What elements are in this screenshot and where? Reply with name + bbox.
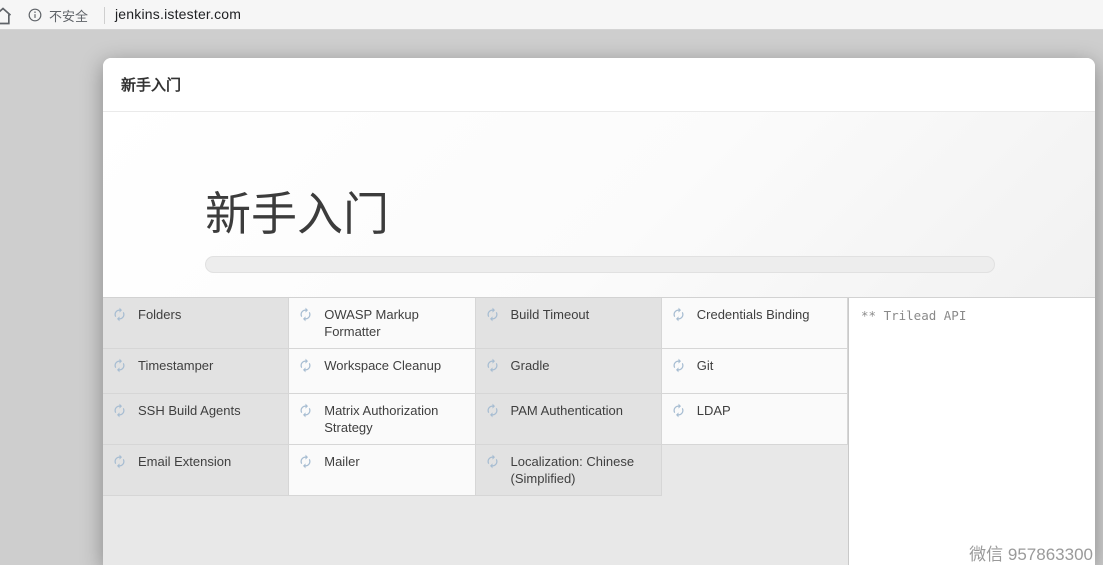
install-body: Folders OWASP Markup Formatter Build Tim… <box>103 297 1095 565</box>
url-text[interactable]: jenkins.istester.com <box>115 6 241 22</box>
plugin-label: Localization: Chinese (Simplified) <box>511 453 651 487</box>
plugin-label: Timestamper <box>138 357 213 374</box>
plugin-label: LDAP <box>697 402 731 419</box>
plugin-item: SSH Build Agents <box>103 394 289 445</box>
install-progress-bar <box>205 256 995 273</box>
refresh-spinner-icon <box>298 358 313 373</box>
refresh-spinner-icon <box>112 403 127 418</box>
getting-started-dialog: 新手入门 新手入门 Folders OWASP Markup Formatter… <box>103 58 1095 565</box>
plugin-label: Workspace Cleanup <box>324 357 441 374</box>
refresh-spinner-icon <box>298 307 313 322</box>
plugin-label: Folders <box>138 306 181 323</box>
hero-section: 新手入门 <box>103 112 1095 297</box>
refresh-spinner-icon <box>671 307 686 322</box>
browser-address-bar[interactable]: 不安全 jenkins.istester.com <box>0 0 1103 30</box>
plugin-item: Folders <box>103 298 289 349</box>
refresh-spinner-icon <box>485 454 500 469</box>
dialog-header: 新手入门 <box>103 58 1095 112</box>
dialog-title: 新手入门 <box>121 74 181 95</box>
plugin-grid: Folders OWASP Markup Formatter Build Tim… <box>103 298 848 565</box>
refresh-spinner-icon <box>485 403 500 418</box>
install-console-log: ** Trilead API <box>848 298 1095 565</box>
plugin-item: Localization: Chinese (Simplified) <box>476 445 662 496</box>
plugin-item: Credentials Binding <box>662 298 848 349</box>
refresh-spinner-icon <box>112 454 127 469</box>
refresh-spinner-icon <box>112 307 127 322</box>
plugin-label: SSH Build Agents <box>138 402 241 419</box>
plugin-label: Matrix Authorization Strategy <box>324 402 464 436</box>
security-label: 不安全 <box>49 6 88 25</box>
home-icon[interactable] <box>0 6 13 26</box>
plugin-item: Build Timeout <box>476 298 662 349</box>
refresh-spinner-icon <box>112 358 127 373</box>
plugin-label: Git <box>697 357 714 374</box>
plugin-label: OWASP Markup Formatter <box>324 306 464 340</box>
site-security-chip[interactable]: 不安全 <box>28 4 88 26</box>
refresh-spinner-icon <box>298 454 313 469</box>
plugin-label: Credentials Binding <box>697 306 810 323</box>
plugin-item: Email Extension <box>103 445 289 496</box>
refresh-spinner-icon <box>671 403 686 418</box>
plugin-item: OWASP Markup Formatter <box>289 298 475 349</box>
plugin-item: PAM Authentication <box>476 394 662 445</box>
hero-title: 新手入门 <box>205 190 389 240</box>
refresh-spinner-icon <box>298 403 313 418</box>
plugin-item: Gradle <box>476 349 662 394</box>
plugin-item: Matrix Authorization Strategy <box>289 394 475 445</box>
plugin-label: Email Extension <box>138 453 231 470</box>
refresh-spinner-icon <box>485 358 500 373</box>
plugin-label: PAM Authentication <box>511 402 624 419</box>
plugin-item: Timestamper <box>103 349 289 394</box>
plugin-label: Build Timeout <box>511 306 590 323</box>
address-bar-divider <box>104 7 105 24</box>
plugin-item: Mailer <box>289 445 475 496</box>
plugin-item: Workspace Cleanup <box>289 349 475 394</box>
plugin-label: Mailer <box>324 453 359 470</box>
plugin-item: LDAP <box>662 394 848 445</box>
info-icon <box>28 8 42 22</box>
refresh-spinner-icon <box>485 307 500 322</box>
watermark-text: 微信 957863300 <box>969 540 1093 565</box>
plugin-item: Git <box>662 349 848 394</box>
refresh-spinner-icon <box>671 358 686 373</box>
plugin-label: Gradle <box>511 357 550 374</box>
